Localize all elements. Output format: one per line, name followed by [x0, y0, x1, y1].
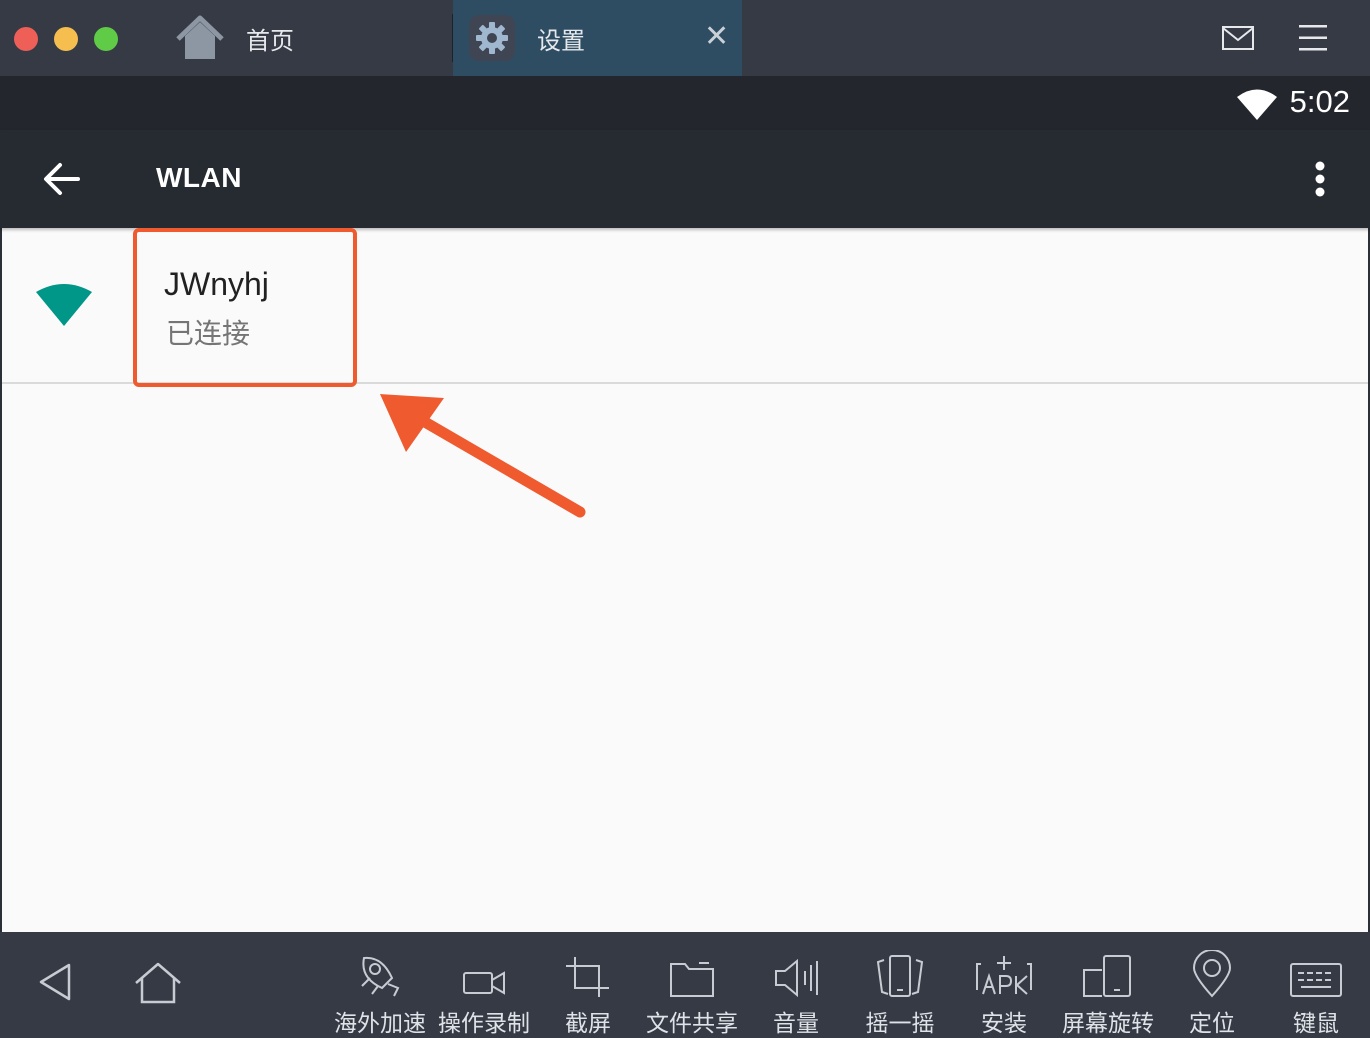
window-minimize-button[interactable] — [54, 27, 78, 51]
close-tab-icon[interactable]: ✕ — [704, 22, 729, 52]
tool-keyboard-mouse[interactable]: 键鼠 — [1264, 946, 1368, 1038]
window-titlebar: 首页 设置 ✕ — [0, 0, 1370, 76]
tool-label: 文件共享 — [646, 1011, 738, 1037]
folder-icon — [670, 962, 714, 997]
app-bar: WLAN — [0, 130, 1370, 228]
wifi-signal-icon — [36, 284, 92, 326]
shake-phone-icon — [876, 955, 924, 997]
tab-settings[interactable]: 设置 ✕ — [453, 0, 742, 76]
arrow-left-icon[interactable] — [42, 161, 82, 197]
gear-icon — [469, 15, 515, 61]
menu-icon[interactable] — [1298, 24, 1328, 52]
tab-home-label: 首页 — [246, 26, 294, 55]
tool-label: 海外加速 — [334, 1011, 426, 1037]
emulator-toolbar: 海外加速 操作录制 截屏 文件共享 音量 摇一摇 安装 屏幕旋转 定位 键鼠 — [0, 932, 1370, 1038]
tool-record[interactable]: 操作录制 — [432, 946, 536, 1038]
volume-icon — [775, 958, 818, 998]
tool-rotate-screen[interactable]: 屏幕旋转 — [1056, 946, 1160, 1038]
status-time: 5:02 — [1289, 84, 1350, 119]
location-pin-icon — [1192, 950, 1232, 998]
page-title: WLAN — [156, 162, 242, 193]
rocket-icon — [361, 956, 400, 997]
apk-install-icon — [976, 956, 1032, 995]
back-triangle-icon[interactable] — [38, 962, 72, 1002]
wifi-icon — [1237, 89, 1277, 120]
annotation-highlight-box — [133, 228, 357, 387]
tool-label: 定位 — [1189, 1011, 1235, 1037]
android-status-bar: 5:02 — [0, 76, 1370, 130]
tab-settings-label: 设置 — [537, 26, 585, 55]
home-icon — [176, 15, 224, 59]
tool-label: 截屏 — [565, 1011, 611, 1037]
tool-shake[interactable]: 摇一摇 — [848, 946, 952, 1038]
mail-icon[interactable] — [1222, 26, 1254, 50]
video-camera-icon — [463, 971, 505, 995]
home-outline-icon[interactable] — [134, 962, 182, 1004]
keyboard-icon — [1290, 963, 1342, 997]
annotation-arrow-icon — [380, 394, 586, 518]
more-vert-icon[interactable] — [1312, 160, 1328, 198]
tool-label: 屏幕旋转 — [1062, 1011, 1154, 1037]
tool-install-apk[interactable]: 安装 — [952, 946, 1056, 1038]
tool-label: 音量 — [773, 1011, 819, 1037]
tool-location[interactable]: 定位 — [1160, 946, 1264, 1038]
tool-file-share[interactable]: 文件共享 — [640, 946, 744, 1038]
tool-label: 操作录制 — [438, 1011, 530, 1037]
window-maximize-button[interactable] — [94, 27, 118, 51]
crop-icon — [566, 957, 609, 997]
tool-label: 安装 — [981, 1011, 1027, 1037]
tool-overseas-boost[interactable]: 海外加速 — [328, 946, 432, 1038]
tool-label: 摇一摇 — [865, 1011, 935, 1037]
screen-rotate-icon — [1083, 955, 1131, 997]
window-close-button[interactable] — [14, 27, 38, 51]
tool-volume[interactable]: 音量 — [744, 946, 848, 1038]
tool-label: 键鼠 — [1293, 1011, 1339, 1037]
tool-screenshot[interactable]: 截屏 — [536, 946, 640, 1038]
tab-home[interactable]: 首页 — [176, 0, 452, 76]
